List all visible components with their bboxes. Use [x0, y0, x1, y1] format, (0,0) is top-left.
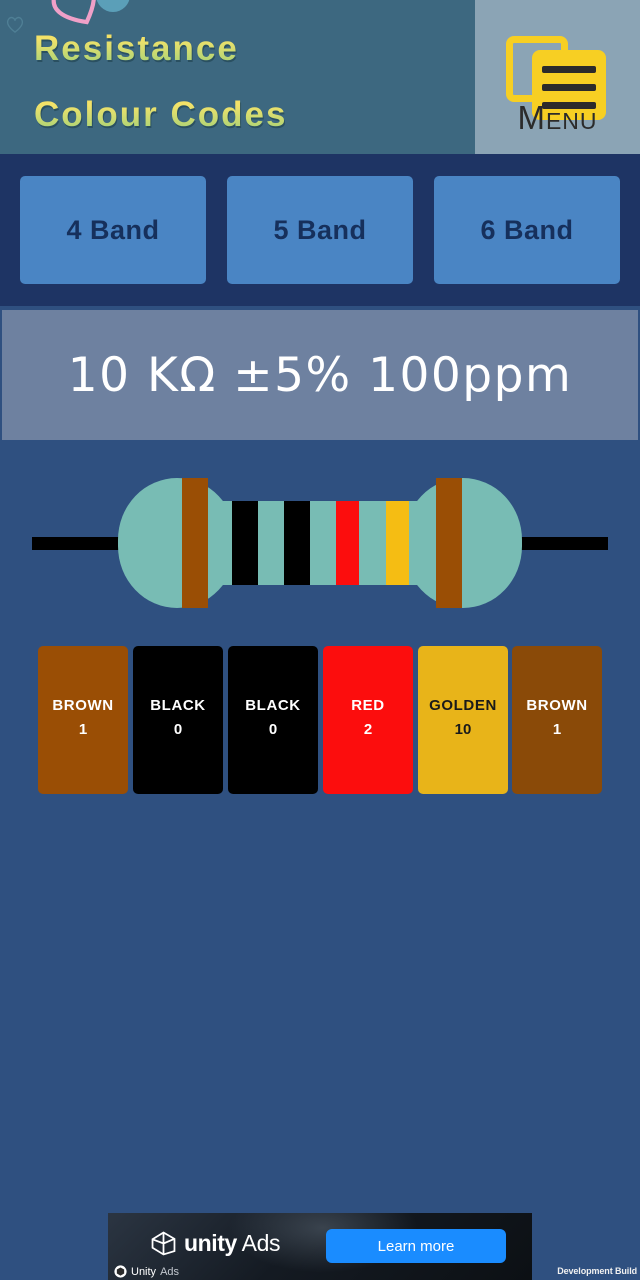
- colour-card-6[interactable]: BROWN 1: [512, 646, 602, 794]
- colour-card-3[interactable]: BLACK 0: [228, 646, 318, 794]
- ad-brand-bold: unity: [184, 1230, 237, 1256]
- colour-card-value: 1: [552, 721, 562, 738]
- unity-cube-icon: [151, 1231, 176, 1256]
- resistor-diagram: [0, 455, 640, 630]
- colour-card-value: 1: [78, 721, 88, 738]
- document-line: [541, 83, 596, 91]
- unity-ads-logo: unity Ads: [150, 1230, 281, 1257]
- documents-icon: Menu: [498, 20, 618, 136]
- band-button-4[interactable]: 4 Band: [20, 176, 206, 284]
- band-selector-bar: 4 Band 5 Band 6 Band: [0, 154, 640, 306]
- colour-card-4[interactable]: RED 2: [323, 646, 413, 794]
- ad-brand-light: Ads: [236, 1230, 281, 1256]
- resistance-result-text: 10 KΩ ±5% 100ppm: [67, 347, 573, 403]
- menu-button[interactable]: Menu: [475, 0, 640, 154]
- resistor-band-4-red: [336, 501, 359, 585]
- app-header: Resistance Colour Codes Menu: [0, 0, 640, 154]
- document-line: [541, 65, 596, 73]
- colour-card-name: GOLDEN: [429, 697, 497, 714]
- development-build-watermark: Development Build: [557, 1266, 637, 1276]
- colour-card-1[interactable]: BROWN 1: [38, 646, 128, 794]
- resistor-midsection: [178, 501, 462, 585]
- band-button-6[interactable]: 6 Band: [434, 176, 620, 284]
- resistor-band-3-black: [284, 501, 310, 585]
- colour-card-5[interactable]: GOLDEN 10: [418, 646, 508, 794]
- menu-button-label: Menu: [517, 98, 598, 136]
- band-button-5[interactable]: 5 Band: [227, 176, 413, 284]
- colour-card-name: BROWN: [52, 697, 114, 714]
- resistor-band-1-brown: [182, 478, 208, 608]
- title-line-1: Resistance: [34, 16, 464, 82]
- colour-card-name: BLACK: [150, 697, 206, 714]
- colour-card-value: 0: [268, 721, 278, 738]
- unity-badge-icon: [114, 1265, 127, 1278]
- colour-card-value: 2: [363, 721, 373, 738]
- title-line-2: Colour Codes: [34, 82, 464, 148]
- colour-card-name: BROWN: [526, 697, 588, 714]
- ad-attribution-light: Ads: [160, 1265, 180, 1278]
- unity-ads-wordmark: unity Ads: [184, 1230, 281, 1257]
- learn-more-button[interactable]: Learn more: [326, 1229, 506, 1263]
- resistor-band-5-golden: [386, 501, 409, 585]
- colour-card-name: BLACK: [245, 697, 301, 714]
- colour-card-value: 10: [454, 721, 472, 738]
- result-panel: 10 KΩ ±5% 100ppm: [2, 310, 638, 440]
- app-root: Resistance Colour Codes Menu 4 Band 5 Ba…: [0, 0, 640, 1280]
- header-title-panel: Resistance Colour Codes: [0, 0, 475, 154]
- resistor-band-6-brown: [436, 478, 462, 608]
- colour-card-list: BROWN 1 BLACK 0 BLACK 0 RED 2 GOLDEN 10 BROWN 1: [0, 646, 640, 794]
- resistor-band-2-black: [232, 501, 258, 585]
- ad-attribution-bold: Unity: [131, 1265, 157, 1278]
- ad-attribution: Unity Ads: [114, 1265, 179, 1278]
- page-title: Resistance Colour Codes: [34, 16, 464, 148]
- resistor-body: [118, 478, 522, 608]
- colour-card-value: 0: [173, 721, 183, 738]
- colour-card-name: RED: [351, 697, 385, 714]
- unity-ad-banner[interactable]: unity Ads Learn more Unity Ads: [108, 1213, 532, 1280]
- heart-outline-small-icon: [6, 16, 24, 33]
- colour-card-2[interactable]: BLACK 0: [133, 646, 223, 794]
